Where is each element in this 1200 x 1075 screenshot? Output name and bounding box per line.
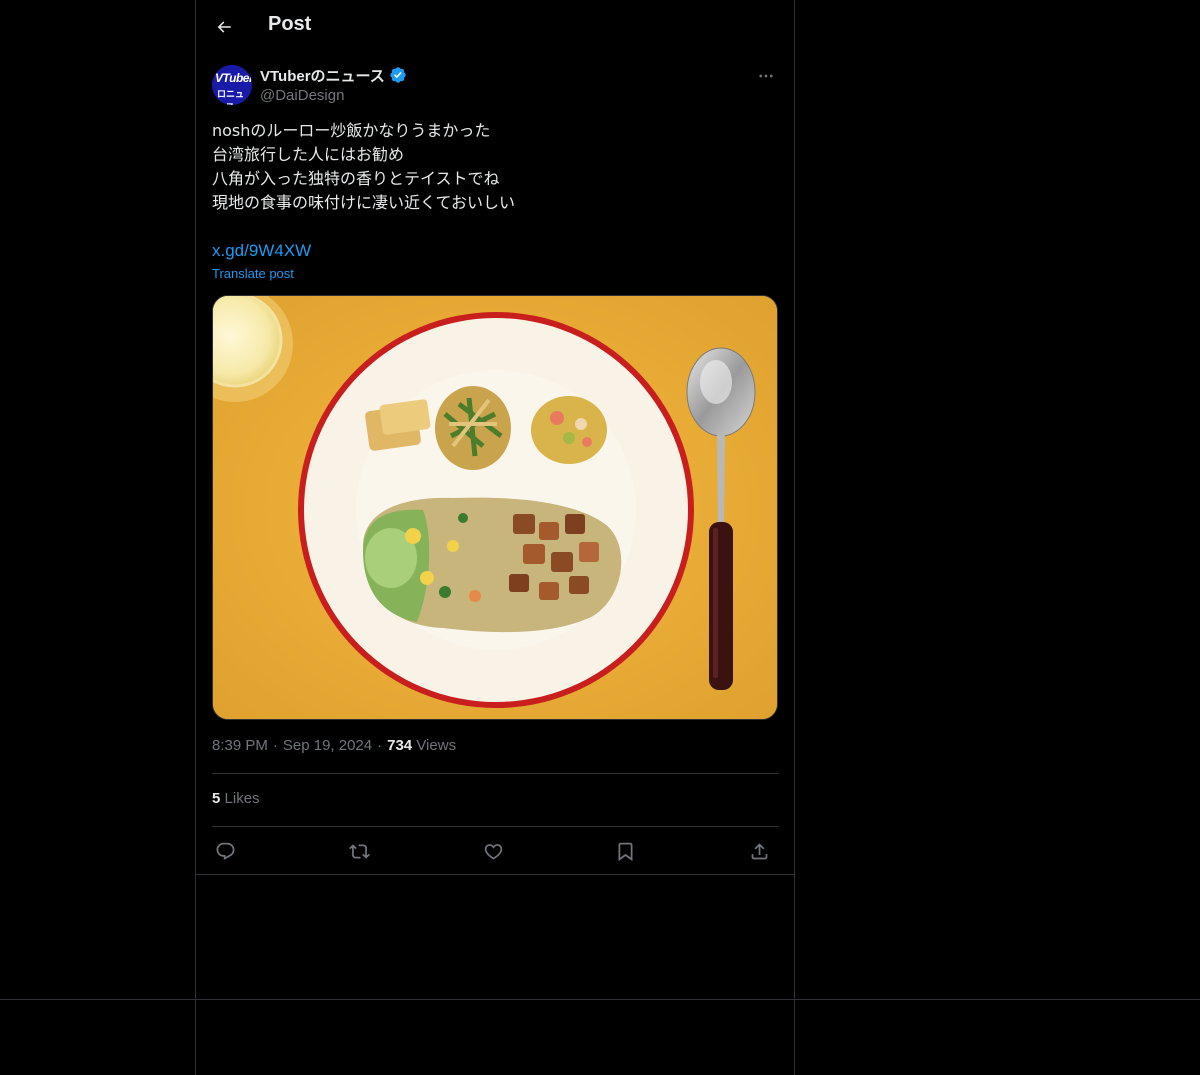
arrow-left-icon [217, 21, 231, 33]
divider [196, 874, 794, 875]
post-text-line: noshのルーロー炒飯かなりうまかった [212, 121, 491, 140]
divider [212, 773, 778, 774]
meta-separator: · [377, 737, 383, 754]
post-text: noshのルーロー炒飯かなりうまかった 台湾旅行した人にはお勧め 八角が入った独… [212, 119, 778, 215]
back-button[interactable] [210, 13, 238, 41]
reply-button[interactable] [212, 838, 238, 864]
likes-summary[interactable]: 5 Likes [212, 790, 260, 807]
avatar[interactable]: VTuber ロニュース [212, 65, 252, 105]
heart-icon [484, 843, 502, 860]
food-photo [213, 296, 777, 719]
likes-count: 5 [212, 790, 221, 807]
repost-icon [348, 843, 370, 859]
post-header: Post [196, 0, 794, 54]
action-bar [212, 836, 778, 866]
column-border-right [794, 0, 795, 1075]
meta-separator: · [272, 737, 278, 754]
share-icon [751, 842, 767, 859]
post-image[interactable] [212, 295, 778, 720]
bottom-divider [0, 999, 1200, 1000]
post-column: Post VTuber ロニュース VTuberのニュース @DaiDesign [196, 0, 794, 875]
views-count: 734 [387, 737, 413, 754]
bookmark-button[interactable] [612, 838, 638, 864]
verified-badge-icon [389, 66, 407, 84]
post-text-line: 現地の食事の味付けに凄い近くておいしい [212, 193, 516, 212]
translate-post-link[interactable]: Translate post [212, 266, 294, 281]
likes-label: Likes [224, 790, 260, 807]
reply-icon [216, 842, 234, 860]
post-time[interactable]: 8:39 PM [212, 737, 268, 754]
repost-button[interactable] [346, 838, 372, 864]
bookmark-icon [618, 842, 632, 861]
avatar-text-top: VTuber [215, 71, 252, 85]
display-name-row: VTuberのニュース [260, 64, 407, 86]
post-text-line: 八角が入った独特の香りとテイストでね [212, 169, 500, 188]
like-button[interactable] [480, 838, 506, 864]
more-horizontal-icon [759, 74, 773, 78]
post-meta: 8:39 PM · Sep 19, 2024 · 734 Views [212, 737, 456, 754]
post-author: VTuber ロニュース VTuberのニュース @DaiDesign [212, 64, 778, 108]
more-button[interactable] [754, 66, 778, 86]
author-names: VTuberのニュース @DaiDesign [260, 64, 407, 104]
avatar-text-bottom: ロニュース [217, 89, 245, 105]
post-link[interactable]: x.gd/9W4XW [212, 239, 311, 263]
divider [212, 826, 778, 827]
page-title: Post [268, 13, 312, 35]
column-border-left [195, 0, 196, 1075]
share-button[interactable] [746, 838, 772, 864]
display-name[interactable]: VTuberのニュース [260, 65, 385, 86]
views-label: Views [416, 737, 457, 754]
author-handle[interactable]: @DaiDesign [260, 87, 407, 104]
post-text-line: 台湾旅行した人にはお勧め [212, 145, 405, 164]
post-date[interactable]: Sep 19, 2024 [283, 737, 372, 754]
